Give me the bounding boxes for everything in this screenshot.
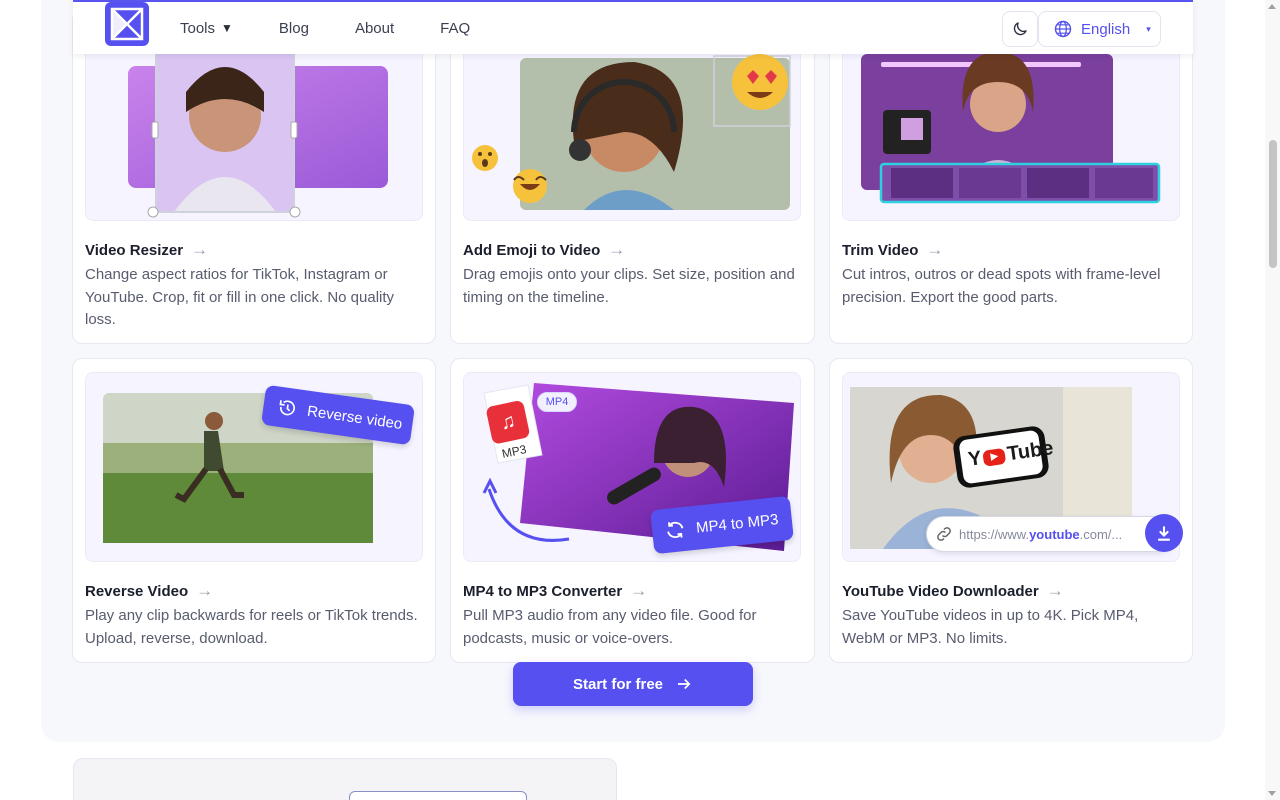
theme-toggle-button[interactable] — [1002, 11, 1038, 47]
moon-icon — [1013, 22, 1027, 36]
tool-card-reverse-video[interactable]: Reverse video Reverse Video → Play any c… — [72, 358, 436, 663]
arrow-right-icon: → — [1046, 581, 1064, 600]
url-text: https://www.youtube.com/... — [959, 526, 1123, 542]
mp4-tag: MP4 — [537, 392, 577, 412]
nav-blog-label: Blog — [278, 19, 309, 37]
arrow-right-icon: → — [630, 581, 648, 600]
card-title[interactable]: YouTube Video Downloader → — [842, 581, 1064, 601]
card-title[interactable]: Reverse Video → — [85, 581, 213, 601]
nav-links: Tools ▼ Blog About FAQ — [180, 2, 516, 54]
reverse-video-thumbnail: Reverse video — [85, 372, 423, 562]
card-description: Cut intros, outros or dead spots with fr… — [842, 266, 1161, 306]
nav-tools[interactable]: Tools ▼ — [180, 20, 233, 37]
card-description: Play any clip backwards for reels or Tik… — [85, 607, 418, 647]
nav-tools-label: Tools — [180, 19, 216, 37]
card-title-text: YouTube Video Downloader — [842, 582, 1039, 600]
card-title-text: Reverse Video — [85, 582, 189, 600]
tool-card-video-resizer[interactable]: Video Resizer → Change aspect ratios for… — [72, 10, 436, 344]
tool-card-mp4-to-mp3[interactable]: MP4 ♫ MP3 MP4 to MP3 MP4 to MP3 Converte… — [450, 358, 815, 663]
tool-card-trim-video[interactable]: Trim Video → Cut intros, outros or dead … — [829, 10, 1193, 344]
arrow-right-icon — [678, 678, 691, 690]
globe-icon — [1054, 20, 1072, 38]
caret-down-icon: ▼ — [221, 21, 233, 35]
next-section-card — [73, 758, 617, 800]
youtube-url-field[interactable]: https://www.youtube.com/... — [926, 516, 1176, 552]
card-description: Change aspect ratios for TikTok, Instagr… — [85, 266, 395, 328]
page-scrollbar[interactable] — [1265, 0, 1280, 800]
refresh-icon — [667, 521, 684, 538]
download-icon — [1158, 526, 1170, 541]
card-description: Pull MP3 audio from any video file. Good… — [463, 607, 757, 647]
badge-label: MP4 to MP3 — [695, 510, 780, 537]
card-title-text: Trim Video — [842, 241, 919, 259]
start-for-free-button[interactable]: Start for free — [513, 662, 753, 706]
top-navigation: Tools ▼ Blog About FAQ English ▾ — [73, 0, 1193, 54]
nav-faq[interactable]: FAQ — [440, 20, 470, 37]
logo-y: Y — [966, 447, 984, 471]
youtube-downloader-thumbnail: Y ▶ Tube https://www.youtube.com/... — [842, 372, 1183, 562]
card-title-text: Video Resizer — [85, 241, 184, 259]
file-label: MP3 — [500, 442, 528, 461]
nav-faq-label: FAQ — [440, 19, 471, 37]
card-title-text: MP4 to MP3 Converter — [463, 582, 623, 600]
tool-card-add-emoji[interactable]: Add Emoji to Video → Drag emojis onto yo… — [450, 10, 815, 344]
add-emoji-thumbnail — [463, 31, 801, 221]
timeline-icon — [861, 52, 1161, 204]
site-logo[interactable] — [105, 2, 149, 46]
card-title-text: Add Emoji to Video — [463, 241, 601, 259]
emoji-icon — [472, 54, 791, 210]
card-title[interactable]: Video Resizer → — [85, 240, 208, 260]
mp4-to-mp3-thumbnail: MP4 ♫ MP3 MP4 to MP3 — [463, 372, 801, 562]
video-resizer-thumbnail — [85, 31, 423, 221]
arrow-right-icon: → — [196, 581, 214, 600]
next-section-element — [349, 791, 527, 800]
arrow-right-icon: → — [926, 240, 944, 259]
cta-label: Start for free — [572, 675, 664, 693]
card-title[interactable]: Trim Video → — [842, 240, 943, 260]
tag-label: MP4 — [545, 396, 569, 408]
arrow-right-icon: → — [608, 240, 626, 259]
arrow-right-icon: → — [191, 240, 209, 259]
tool-card-youtube-downloader[interactable]: Y ▶ Tube https://www.youtube.com/... You… — [829, 358, 1193, 663]
trim-video-thumbnail — [842, 31, 1180, 221]
history-icon — [279, 400, 295, 416]
nav-blog[interactable]: Blog — [279, 20, 309, 37]
link-icon — [937, 527, 951, 541]
nav-about-label: About — [354, 19, 395, 37]
badge-label: Reverse video — [306, 402, 404, 433]
card-title[interactable]: Add Emoji to Video → — [463, 240, 625, 260]
play-icon: ▶ — [982, 447, 1007, 467]
download-button[interactable] — [1145, 514, 1183, 552]
caret-down-icon: ▾ — [1146, 23, 1151, 34]
card-description: Save YouTube videos in up to 4K. Pick MP… — [842, 607, 1139, 647]
crop-frame-icon — [128, 45, 388, 218]
nav-about[interactable]: About — [355, 20, 394, 37]
card-description: Drag emojis onto your clips. Set size, p… — [463, 266, 795, 306]
scroll-down-icon[interactable] — [1268, 791, 1276, 796]
language-label: English — [1081, 20, 1131, 38]
card-title[interactable]: MP4 to MP3 Converter → — [463, 581, 647, 601]
scrollbar-thumb[interactable] — [1269, 140, 1277, 268]
scroll-up-icon[interactable] — [1268, 4, 1276, 9]
language-selector[interactable]: English ▾ — [1038, 11, 1161, 47]
